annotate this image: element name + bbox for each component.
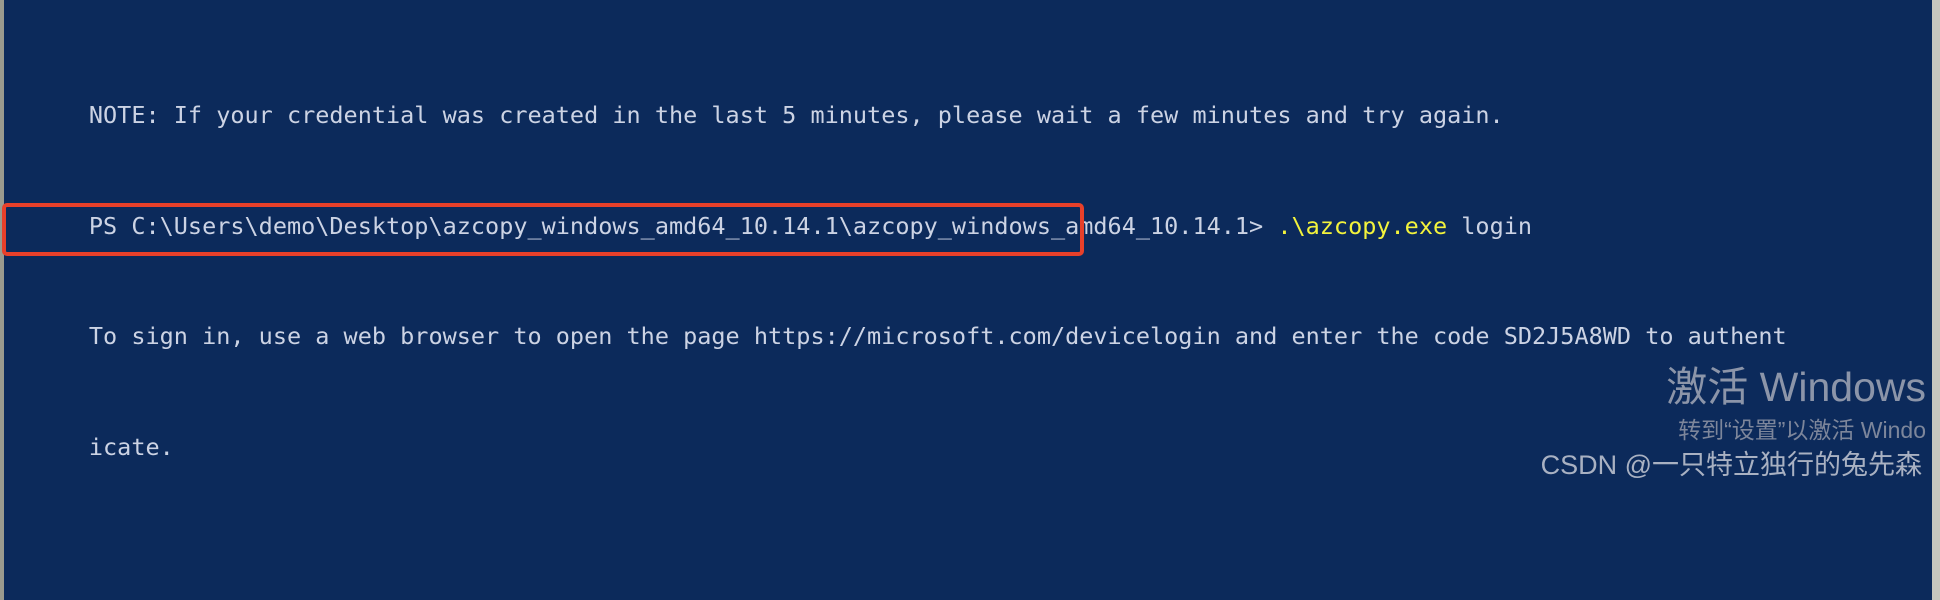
- terminal-command: .\azcopy.exe: [1277, 211, 1448, 240]
- terminal-prompt-line: PS C:\Users\demo\Desktop\azcopy_windows_…: [4, 185, 1932, 240]
- terminal-command-args: login: [1447, 211, 1533, 240]
- activation-watermark-subtitle: 转到“设置”以激活 Windo: [1678, 417, 1926, 443]
- terminal-line-note-clipped: NOTE: If your credential was created in …: [4, 75, 1932, 130]
- terminal-line-text: To sign in, use a web browser to open th…: [88, 322, 1787, 351]
- terminal-line-signin-2: icate.: [4, 406, 1932, 461]
- csdn-author-watermark: CSDN @一只特立独行的兔先森: [1540, 450, 1922, 480]
- terminal-line-signin-1: To sign in, use a web browser to open th…: [4, 296, 1932, 350]
- terminal-window: NOTE: If your credential was created in …: [0, 0, 1940, 600]
- windows-activation-watermark: 激活 Windows 转到“设置”以激活 Windo: [1666, 362, 1926, 446]
- window-right-edge: [1932, 0, 1940, 600]
- terminal-output-area[interactable]: NOTE: If your credential was created in …: [4, 0, 1932, 600]
- activation-watermark-title: 激活 Windows: [1666, 364, 1926, 410]
- terminal-line-text: NOTE: If your credential was created in …: [88, 101, 1504, 130]
- terminal-prompt: PS C:\Users\demo\Desktop\azcopy_windows_…: [88, 211, 1278, 240]
- terminal-line-text: icate.: [88, 432, 174, 461]
